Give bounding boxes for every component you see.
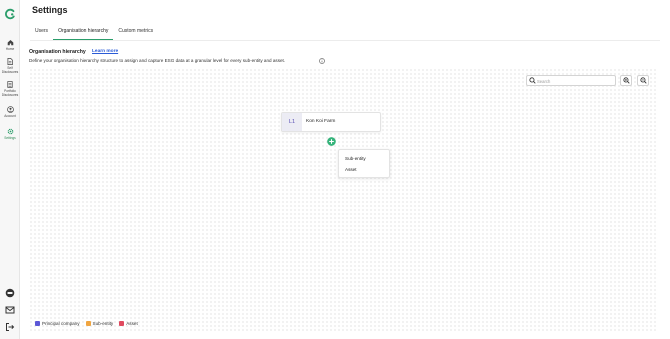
- node-level-badge: L1: [282, 113, 302, 131]
- tab-users[interactable]: Users: [30, 24, 53, 40]
- sidebar-item-label: Settings: [4, 136, 16, 140]
- home-icon: [7, 40, 13, 46]
- tab-organisation-hierarchy[interactable]: Organisation hierarchy: [53, 24, 114, 40]
- search-icon: [529, 77, 536, 84]
- section-description: Define your organisation hierarchy struc…: [29, 58, 286, 63]
- sidebar: Home Self Disclosures Portfolio Disclosu…: [0, 0, 20, 339]
- add-node-plus-icon[interactable]: [327, 137, 336, 146]
- sidebar-item-account[interactable]: Account: [0, 106, 20, 118]
- sidebar-item-label: Self Disclosures: [1, 66, 19, 74]
- sidebar-item-label: Account: [4, 114, 16, 118]
- legend: Principal company Sub-entity Asset: [35, 321, 144, 326]
- legend-item-sub-entity: Sub-entity: [85, 321, 114, 326]
- app-window: Home Self Disclosures Portfolio Disclosu…: [0, 0, 670, 339]
- node-name: Kon Koi Farm: [306, 119, 336, 124]
- learn-more-link[interactable]: Learn more: [92, 49, 118, 54]
- legend-item-principal-company: Principal company: [35, 321, 80, 326]
- zoom-in-button[interactable]: [620, 75, 632, 86]
- account-icon: [6, 106, 14, 113]
- tab-bar: Users Organisation hierarchy Custom metr…: [30, 24, 158, 40]
- sidebar-item-settings[interactable]: Settings: [0, 128, 20, 140]
- zoom-in-icon: [622, 77, 630, 84]
- menu-item-asset[interactable]: Asset: [345, 167, 357, 172]
- mail-icon[interactable]: [5, 305, 15, 315]
- add-node-menu: Sub-entity Asset: [338, 149, 390, 178]
- sidebar-item-self-disclosures[interactable]: Self Disclosures: [0, 58, 20, 74]
- brand-logo-icon[interactable]: [4, 8, 16, 20]
- info-icon[interactable]: [319, 58, 325, 64]
- sidebar-item-label: Home: [5, 47, 15, 51]
- sidebar-item-home[interactable]: Home: [0, 39, 20, 51]
- portfolio-icon: [7, 81, 13, 88]
- section-title: Organisation hierarchy: [29, 49, 86, 55]
- legend-swatch: [35, 321, 40, 326]
- sidebar-item-portfolio-disclosures[interactable]: Portfolio Disclosures: [0, 81, 20, 97]
- legend-item-asset: Asset: [119, 321, 138, 326]
- help-icon[interactable]: [5, 288, 15, 298]
- zoom-out-button[interactable]: [637, 75, 649, 86]
- document-icon: [7, 58, 13, 65]
- search-input[interactable]: [537, 77, 613, 85]
- gear-icon: [7, 128, 13, 135]
- search-box: [526, 75, 616, 86]
- page-title: Settings: [32, 5, 68, 15]
- zoom-out-icon: [639, 77, 647, 84]
- sidebar-item-label: Portfolio Disclosures: [1, 89, 19, 97]
- hierarchy-canvas[interactable]: [29, 68, 658, 333]
- legend-swatch: [119, 321, 125, 326]
- tab-divider: [30, 40, 660, 41]
- hierarchy-node-principal[interactable]: L1 Kon Koi Farm: [281, 112, 381, 132]
- legend-label: Sub-entity: [92, 321, 114, 326]
- legend-label: Principal company: [42, 321, 80, 326]
- menu-item-sub-entity[interactable]: Sub-entity: [345, 156, 366, 161]
- logout-icon[interactable]: [5, 322, 15, 332]
- legend-swatch: [85, 321, 91, 326]
- legend-label: Asset: [126, 321, 138, 326]
- tab-custom-metrics[interactable]: Custom metrics: [113, 24, 158, 40]
